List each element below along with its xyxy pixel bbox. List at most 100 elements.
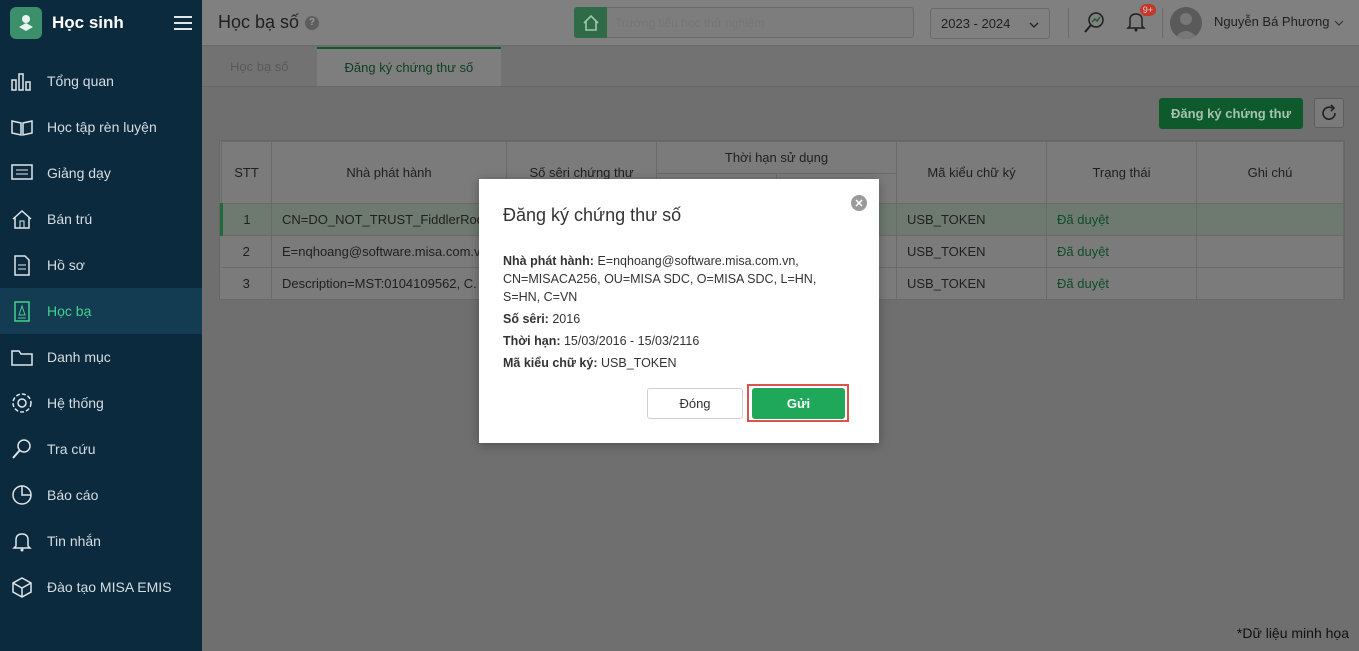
- app-logo-icon[interactable]: [10, 7, 42, 39]
- sign-type-value: USB_TOKEN: [601, 356, 677, 370]
- school-year-select[interactable]: 2023 - 2024: [930, 8, 1050, 39]
- serial-value: 2016: [552, 312, 581, 326]
- pie-chart-icon: [9, 482, 35, 508]
- cell-issuer: Description=MST:0104109562, C.: [271, 267, 507, 300]
- monitor-icon: [9, 160, 35, 186]
- cell-sign-type: USB_TOKEN: [896, 203, 1047, 236]
- school-search-input[interactable]: [607, 7, 914, 38]
- sidebar-header: Học sinh: [0, 0, 202, 46]
- notification-badge: 9+: [1139, 4, 1156, 16]
- sidebar-item-tong-quan[interactable]: Tổng quan: [0, 58, 202, 104]
- cell-note: [1196, 267, 1344, 300]
- sidebar-item-hoc-tap[interactable]: Học tập rèn luyện: [0, 104, 202, 150]
- sidebar: Học sinh Tổng quan Học tập rèn luyện Giả…: [0, 0, 202, 651]
- column-header-status: Trạng thái: [1046, 141, 1197, 204]
- cell-stt: 1: [220, 203, 272, 236]
- validity-row: Thời hạn: 15/03/2016 - 15/03/2116: [503, 332, 833, 350]
- column-header-sign-type: Mã kiểu chữ ký: [896, 141, 1047, 204]
- cell-note: [1196, 203, 1344, 236]
- sidebar-item-he-thong[interactable]: Hệ thống: [0, 380, 202, 426]
- sidebar-item-label: Học bạ: [47, 303, 92, 319]
- sidebar-item-label: Học tập rèn luyện: [47, 119, 157, 135]
- issuer-row: Nhà phát hành: E=nqhoang@software.misa.c…: [503, 252, 833, 306]
- refresh-icon[interactable]: [1314, 98, 1344, 128]
- column-header-validity: Thời hạn sử dụng: [656, 141, 897, 174]
- sidebar-item-label: Báo cáo: [47, 487, 99, 503]
- cell-status: Đã duyệt: [1046, 235, 1197, 268]
- bell-icon: [9, 528, 35, 554]
- register-certificate-button[interactable]: Đăng ký chứng thư: [1159, 98, 1303, 129]
- sign-type-row: Mã kiểu chữ ký: USB_TOKEN: [503, 354, 833, 372]
- book-open-icon: [9, 114, 35, 140]
- hamburger-menu-icon[interactable]: [174, 16, 192, 30]
- home-icon: [9, 206, 35, 232]
- sidebar-item-label: Tổng quan: [47, 73, 114, 89]
- validity-label: Thời hạn:: [503, 334, 561, 348]
- serial-row: Số sêri: 2016: [503, 310, 833, 328]
- school-search: [574, 7, 914, 38]
- sidebar-item-label: Tin nhắn: [47, 533, 101, 549]
- sidebar-item-label: Bán trú: [47, 211, 93, 227]
- sidebar-item-giang-day[interactable]: Giảng dạy: [0, 150, 202, 196]
- tab-bar: Học bạ số Đăng ký chứng thư số: [202, 47, 1359, 87]
- column-header-note: Ghi chú: [1196, 141, 1344, 204]
- help-icon[interactable]: ?: [305, 15, 320, 30]
- document-icon: [9, 252, 35, 278]
- sidebar-item-ho-so[interactable]: Hồ sơ: [0, 242, 202, 288]
- close-icon[interactable]: ✕: [851, 195, 867, 211]
- send-button[interactable]: Gửi: [752, 388, 845, 419]
- column-header-issuer: Nhà phát hành: [271, 141, 507, 204]
- divider: [1162, 8, 1163, 38]
- school-year-value: 2023 - 2024: [941, 16, 1011, 31]
- illustrative-data-note: *Dữ liệu minh họa: [1236, 625, 1349, 641]
- sidebar-item-dao-tao[interactable]: Đào tạo MISA EMIS: [0, 564, 202, 610]
- cell-issuer: CN=DO_NOT_TRUST_FiddlerRoot: [271, 203, 507, 236]
- chevron-down-icon: [1029, 16, 1039, 31]
- column-header-stt: STT: [221, 141, 272, 204]
- school-home-icon[interactable]: [574, 7, 607, 38]
- user-name[interactable]: Nguyễn Bá Phương: [1214, 14, 1330, 29]
- cell-issuer: E=nqhoang@software.misa.com.vn: [271, 235, 507, 268]
- search-icon: [9, 436, 35, 462]
- analytics-search-icon[interactable]: [1080, 8, 1108, 36]
- issuer-label: Nhà phát hành:: [503, 254, 594, 268]
- sidebar-item-tra-cuu[interactable]: Tra cứu: [0, 426, 202, 472]
- sidebar-item-bao-cao[interactable]: Báo cáo: [0, 472, 202, 518]
- gear-icon: [9, 390, 35, 416]
- app-title: Học sinh: [52, 13, 124, 32]
- close-button[interactable]: Đóng: [647, 388, 743, 419]
- dialog-body: Nhà phát hành: E=nqhoang@software.misa.c…: [503, 252, 833, 376]
- validity-value: 15/03/2016 - 15/03/2116: [563, 334, 700, 348]
- sidebar-item-label: Danh mục: [47, 349, 111, 365]
- serial-label: Số sêri:: [503, 312, 549, 326]
- cell-note: [1196, 235, 1344, 268]
- folder-icon: [9, 344, 35, 370]
- report-book-icon: [9, 298, 35, 324]
- cell-stt: 2: [221, 235, 272, 268]
- tab-dang-ky-chung-thu-so[interactable]: Đăng ký chứng thư số: [316, 47, 502, 86]
- cube-icon: [9, 574, 35, 600]
- sidebar-item-hoc-ba[interactable]: Học bạ: [0, 288, 202, 334]
- user-menu-chevron-icon[interactable]: [1334, 14, 1344, 29]
- cell-status: Đã duyệt: [1046, 267, 1197, 300]
- sidebar-item-ban-tru[interactable]: Bán trú: [0, 196, 202, 242]
- register-certificate-dialog: Đăng ký chứng thư số ✕ Nhà phát hành: E=…: [479, 179, 879, 443]
- avatar[interactable]: [1170, 7, 1202, 39]
- cell-sign-type: USB_TOKEN: [896, 267, 1047, 300]
- sidebar-item-label: Tra cứu: [47, 441, 96, 457]
- sidebar-item-danh-muc[interactable]: Danh mục: [0, 334, 202, 380]
- top-bar: Học bạ số ? 2023 - 2024 9+ Nguyễn Bá Phư…: [202, 0, 1359, 46]
- sidebar-nav: Tổng quan Học tập rèn luyện Giảng dạy Bá…: [0, 58, 202, 610]
- sidebar-item-label: Hệ thống: [47, 395, 104, 411]
- tab-hoc-ba-so[interactable]: Học bạ số: [202, 47, 317, 86]
- cell-status: Đã duyệt: [1046, 203, 1197, 236]
- notification-bell-icon[interactable]: 9+: [1122, 4, 1156, 36]
- cell-sign-type: USB_TOKEN: [896, 235, 1047, 268]
- sign-type-label: Mã kiểu chữ ký:: [503, 356, 598, 370]
- sidebar-item-tin-nhan[interactable]: Tin nhắn: [0, 518, 202, 564]
- sidebar-item-label: Hồ sơ: [47, 257, 85, 273]
- sidebar-item-label: Giảng dạy: [47, 165, 111, 181]
- chart-bars-icon: [9, 68, 35, 94]
- dialog-title: Đăng ký chứng thư số: [503, 205, 682, 225]
- sidebar-item-label: Đào tạo MISA EMIS: [47, 579, 172, 595]
